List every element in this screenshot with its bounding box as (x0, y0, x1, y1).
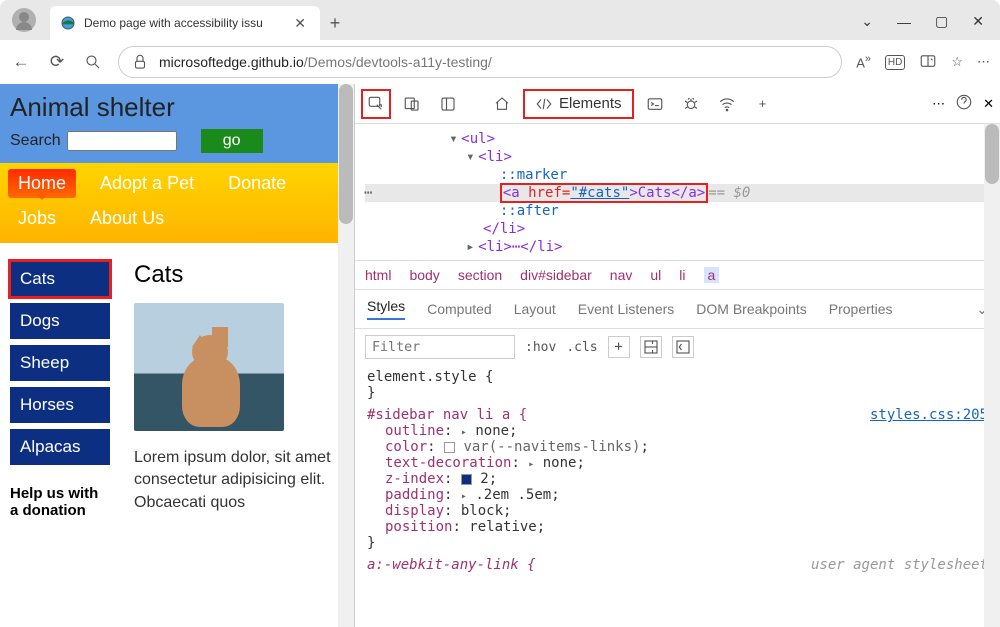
devtools-panel: Elements + ⋯ ✕ ▾<ul> ▾<li> ::marker <a (355, 84, 1000, 627)
search-icon[interactable] (82, 51, 104, 73)
inspect-element-icon[interactable] (361, 89, 391, 119)
chevron-down-icon[interactable]: ⌄ (861, 13, 873, 30)
tab-title: Demo page with accessibility issu (84, 16, 290, 30)
console-icon[interactable] (640, 89, 670, 119)
site-title: Animal shelter (10, 92, 344, 123)
nav-about[interactable]: About Us (80, 204, 174, 233)
profile-avatar[interactable] (12, 8, 36, 32)
main-nav: Home Adopt a Pet Donate Jobs About Us (0, 163, 354, 243)
new-style-button[interactable]: + (608, 336, 630, 358)
selected-dom-node: <a href="#cats">Cats</a>== $0 (365, 184, 1000, 202)
url-text: microsoftedge.github.io/Demos/devtools-a… (159, 54, 492, 70)
devtools-more-icon[interactable]: ⋯ (932, 96, 945, 112)
nav-adopt[interactable]: Adopt a Pet (90, 169, 204, 198)
close-window-icon[interactable]: ✕ (972, 13, 984, 30)
go-button[interactable]: go (201, 129, 263, 153)
layout-tab[interactable]: Layout (514, 301, 556, 317)
sidebar-cats[interactable]: Cats (10, 261, 110, 297)
device-toggle-icon[interactable] (397, 89, 427, 119)
breakpoints-tab[interactable]: DOM Breakpoints (696, 301, 806, 317)
edge-icon (60, 15, 76, 31)
sidebar-dogs[interactable]: Dogs (10, 303, 110, 339)
styles-toolbar: :hov .cls + (355, 329, 1000, 365)
hov-toggle[interactable]: :hov (525, 340, 556, 355)
devtools-toolbar: Elements + ⋯ ✕ (355, 84, 1000, 124)
help-icon[interactable] (955, 93, 973, 114)
new-tab-button[interactable]: + (320, 13, 350, 40)
nav-jobs[interactable]: Jobs (8, 204, 66, 233)
refresh-button[interactable]: ⟳ (46, 51, 68, 73)
page-heading: Cats (134, 261, 344, 289)
properties-tab[interactable]: Properties (829, 301, 893, 317)
search-label: Search (10, 132, 61, 150)
hd-icon[interactable]: HD (885, 55, 905, 70)
computed-tab[interactable]: Computed (427, 301, 492, 317)
styles-tabs: Styles Computed Layout Event Listeners D… (355, 290, 1000, 329)
reading-list-icon[interactable] (919, 52, 937, 73)
cat-image (134, 303, 284, 431)
flex-icon[interactable] (640, 336, 662, 358)
help-text: Help us with a donation (10, 485, 110, 519)
page-sidebar: Cats Dogs Sheep Horses Alpacas Help us w… (10, 261, 110, 519)
bug-icon[interactable] (676, 89, 706, 119)
tab-close-icon[interactable]: ✕ (290, 13, 310, 34)
lock-icon (131, 53, 149, 71)
back-button[interactable]: ← (10, 51, 32, 73)
page-scrollbar[interactable] (338, 84, 354, 627)
search-input[interactable] (67, 131, 177, 151)
network-icon[interactable] (712, 89, 742, 119)
page-viewport: Animal shelter Search go Home Adopt a Pe… (0, 84, 355, 627)
more-icon[interactable]: ⋯ (977, 54, 990, 70)
sidebar-alpacas[interactable]: Alpacas (10, 429, 110, 465)
lorem-text: Lorem ipsum dolor, sit amet consectetur … (134, 447, 344, 514)
cls-toggle[interactable]: .cls (566, 340, 597, 355)
nav-donate[interactable]: Donate (218, 169, 296, 198)
dom-tree[interactable]: ▾<ul> ▾<li> ::marker <a href="#cats">Cat… (355, 124, 1000, 260)
window-titlebar: Demo page with accessibility issu ✕ + ⌄ … (0, 0, 1000, 40)
welcome-icon[interactable] (487, 89, 517, 119)
add-tab-icon[interactable]: + (748, 89, 778, 119)
devtools-close-icon[interactable]: ✕ (983, 96, 994, 112)
url-box[interactable]: microsoftedge.github.io/Demos/devtools-a… (118, 46, 842, 78)
read-aloud-icon[interactable]: A» (856, 53, 871, 70)
breadcrumb[interactable]: htmlbodysectiondiv#sidebarnavullia (355, 260, 1000, 290)
elements-tab[interactable]: Elements (523, 89, 634, 119)
listeners-tab[interactable]: Event Listeners (578, 301, 675, 317)
sidebar-horses[interactable]: Horses (10, 387, 110, 423)
computed-toggle-icon[interactable] (672, 336, 694, 358)
source-link[interactable]: styles.css:205 (870, 407, 988, 423)
address-bar: ← ⟳ microsoftedge.github.io/Demos/devtoo… (0, 40, 1000, 84)
dock-icon[interactable] (433, 89, 463, 119)
styles-pane[interactable]: element.style { } styles.css:205#sidebar… (355, 365, 1000, 627)
nav-home[interactable]: Home (8, 169, 76, 198)
code-icon (535, 95, 553, 113)
styles-tab[interactable]: Styles (367, 298, 405, 320)
browser-tab[interactable]: Demo page with accessibility issu ✕ (50, 6, 320, 40)
sidebar-sheep[interactable]: Sheep (10, 345, 110, 381)
filter-input[interactable] (365, 335, 515, 359)
maximize-icon[interactable]: ▢ (935, 13, 948, 30)
minimize-icon[interactable]: — (897, 14, 911, 30)
favorite-icon[interactable]: ☆ (951, 54, 963, 70)
devtools-scrollbar[interactable] (984, 124, 1000, 627)
